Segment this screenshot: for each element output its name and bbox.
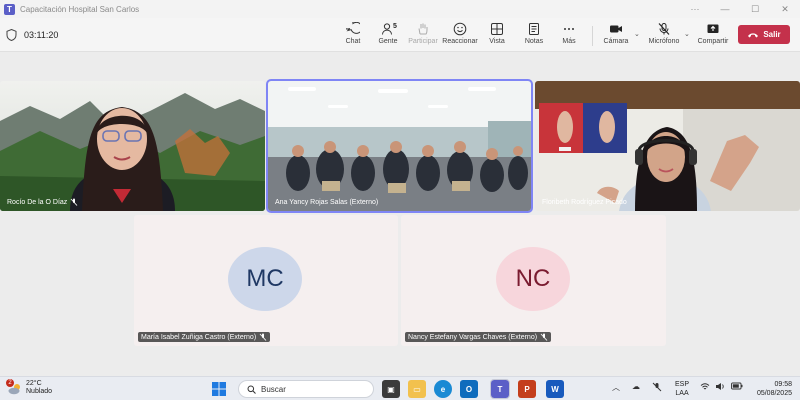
title-bar: T Capacitación Hospital San Carlos ··· —… (0, 0, 800, 18)
notes-icon (529, 23, 539, 35)
participant-tile[interactable]: Floribeth Rodríguez Picado (535, 81, 800, 211)
powerpoint-icon[interactable]: P (518, 380, 536, 398)
meeting-timer: 03:11:20 (24, 30, 59, 40)
participant-name-tag: Ana Yancy Rojas Salas (Externo) (275, 199, 379, 206)
participant-video (0, 81, 265, 211)
smiley-icon (453, 22, 467, 36)
volume-icon[interactable] (715, 382, 725, 393)
more-options-icon[interactable]: ··· (680, 0, 710, 18)
participant-name-tag: Floribeth Rodríguez Picado (542, 199, 627, 206)
mic-off-icon (70, 198, 78, 206)
avatar: NC (496, 247, 570, 311)
share-button[interactable]: Compartir (693, 22, 733, 50)
weather-temperature: 22°C (26, 380, 42, 387)
raise-hand-button[interactable]: Participar (403, 22, 443, 50)
more-button[interactable]: Más (549, 22, 589, 50)
word-icon[interactable]: W (546, 380, 564, 398)
avatar: MC (228, 247, 302, 311)
participant-name-tag: Nancy Estefany Vargas Chaves (Externo) (405, 332, 552, 342)
chat-icon (346, 22, 360, 34)
camera-icon (610, 25, 622, 33)
participant-tile[interactable]: MC María Isabel Zuñiga Castro (Externo) (134, 215, 398, 346)
participant-video (268, 81, 531, 211)
teams-logo-icon: T (4, 3, 15, 15)
mic-off-icon (259, 333, 267, 341)
leave-button[interactable]: Salir (738, 25, 790, 44)
meeting-stage: Rocío De la O Díaz Ana Yancy Rojas Salas… (0, 52, 800, 376)
window-title: Capacitación Hospital San Carlos (20, 4, 140, 14)
mic-off-icon (540, 333, 548, 341)
windows-start-icon[interactable] (212, 382, 226, 396)
participant-video (535, 81, 800, 211)
mic-off-icon (658, 23, 670, 35)
window-controls: ··· — ☐ ✕ (680, 0, 800, 18)
cloud-icon: 2 (6, 379, 22, 395)
outlook-icon[interactable]: O (460, 380, 478, 398)
task-view-icon[interactable]: ▣ (382, 380, 400, 398)
view-button[interactable]: Vista (477, 22, 517, 50)
close-button[interactable]: ✕ (770, 0, 800, 18)
mic-options-chevron-icon[interactable]: ⌄ (684, 30, 690, 38)
participant-name-tag: Rocío De la O Díaz (4, 197, 81, 207)
share-icon (707, 24, 719, 33)
battery-icon[interactable] (731, 382, 743, 392)
search-icon (247, 385, 256, 394)
ellipsis-icon (564, 28, 574, 30)
minimize-button[interactable]: — (710, 0, 740, 18)
microphone-button[interactable]: Micrófono (644, 22, 684, 50)
wifi-icon[interactable] (700, 382, 710, 393)
maximize-button[interactable]: ☐ (740, 0, 770, 18)
mic-muted-tray-icon[interactable] (652, 382, 662, 394)
notification-badge: 2 (6, 379, 14, 387)
people-button[interactable]: 5 Gente (368, 22, 408, 50)
file-explorer-icon[interactable]: ▭ (408, 380, 426, 398)
cloud-sync-icon[interactable]: ☁ (632, 382, 640, 391)
participant-tile[interactable]: NC Nancy Estefany Vargas Chaves (Externo… (401, 215, 666, 346)
os-taskbar: 2 22°C Nublado Buscar ▣ ▭ e O T P W ︿ ☁ … (0, 376, 800, 400)
participant-name-tag: María Isabel Zuñiga Castro (Externo) (138, 332, 271, 342)
notes-button[interactable]: Notas (514, 22, 554, 50)
grid-view-icon (491, 23, 503, 35)
input-language[interactable]: ESP LAA (675, 380, 689, 398)
chat-button[interactable]: Chat (333, 22, 373, 50)
toolbar-divider (592, 26, 593, 46)
participant-tile-active-speaker[interactable]: Ana Yancy Rojas Salas (Externo) (266, 79, 533, 213)
react-button[interactable]: Reaccionar (440, 22, 480, 50)
camera-options-chevron-icon[interactable]: ⌄ (634, 30, 640, 38)
chevron-up-icon[interactable]: ︿ (612, 382, 620, 393)
meeting-toolbar: 03:11:20 Chat 5 Gente Participar Reaccio… (0, 18, 800, 52)
taskbar-search[interactable]: Buscar (238, 380, 374, 398)
weather-widget[interactable]: 2 22°C Nublado (6, 379, 53, 396)
shield-icon (6, 29, 17, 41)
weather-description: Nublado (26, 388, 53, 395)
edge-browser-icon[interactable]: e (434, 380, 452, 398)
people-count: 5 (393, 23, 397, 30)
hand-icon (418, 23, 428, 35)
teams-taskbar-icon[interactable]: T (490, 379, 510, 399)
participant-tile[interactable]: Rocío De la O Díaz (0, 81, 265, 211)
hang-up-icon (748, 32, 759, 37)
camera-button[interactable]: Cámara (596, 22, 636, 50)
system-clock[interactable]: 09:58 05/08/2025 (757, 380, 792, 398)
